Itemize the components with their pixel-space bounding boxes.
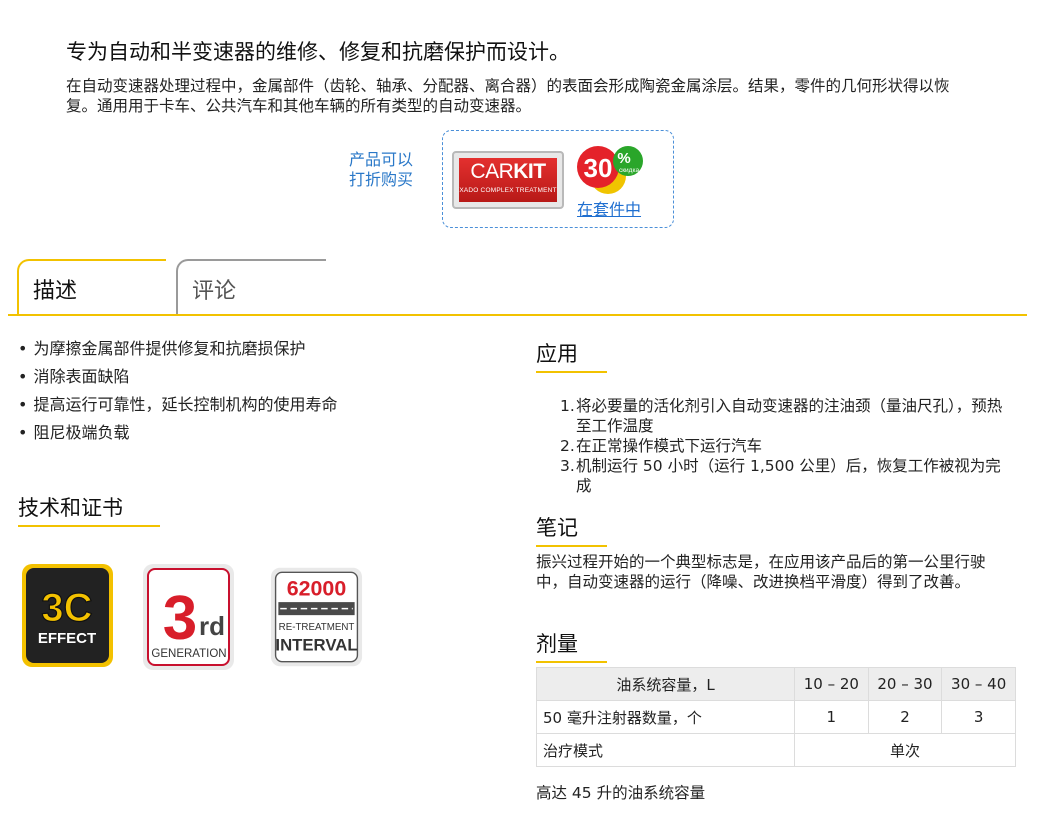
feature-list: 为摩擦金属部件提供修复和抗磨损保护 消除表面缺陷 提高运行可靠性，延长控制机构的… xyxy=(18,335,518,447)
usage-step-text: 将必要量的活化剂引入自动变速器的注油颈（量油尺孔），预热至工作温度 xyxy=(576,397,1003,435)
table-cell: 治疗模式 xyxy=(536,733,795,767)
table-header-cell: 30 – 40 xyxy=(941,667,1016,701)
3rd-generation-badge-label: GENERATION xyxy=(151,648,226,660)
usage-step-number: 3. xyxy=(560,457,575,475)
discount-number: 30 xyxy=(584,153,613,183)
table-cell: 3 xyxy=(941,700,1016,734)
dosage-footnote: 高达 45 升的油系统容量 xyxy=(536,784,706,802)
usage-step-text: 在正常操作模式下运行汽车 xyxy=(576,437,763,455)
table-cell: 50 毫升注射器数量，个 xyxy=(536,700,795,734)
notes-text: 振兴过程开始的一个典型标志是，在应用该产品后的第一公里行驶中，自动变速器的运行（… xyxy=(536,553,986,591)
dosage-heading: 剂量 xyxy=(536,628,607,666)
usage-step: 2. 在正常操作模式下运行汽车 xyxy=(560,436,1015,456)
kit-offer-label: 产品可以 打折购买 xyxy=(349,150,413,190)
carkit-logo-word: CARKIT xyxy=(470,160,546,183)
usage-steps: 1. 将必要量的活化剂引入自动变速器的注油颈（量油尺孔），预热至工作温度 2. 在正… xyxy=(560,396,1015,496)
carkit-logo[interactable]: CARKIT XADO COMPLEX TREATMENT xyxy=(452,151,564,209)
carkit-logo-plate: CARKIT XADO COMPLEX TREATMENT xyxy=(459,158,557,202)
tabs-divider xyxy=(8,314,1027,316)
tab-reviews[interactable]: 评论 xyxy=(176,259,326,314)
notes-heading: 笔记 xyxy=(536,512,607,550)
table-header-cell: 油系统容量，L xyxy=(536,667,795,701)
carkit-logo-subtitle: XADO COMPLEX TREATMENT xyxy=(459,187,557,194)
table-cell: 1 xyxy=(794,700,869,734)
3c-effect-badge-big: 3C xyxy=(41,586,92,630)
dosage-table: 油系统容量，L 10 – 20 20 – 30 30 – 40 50 毫升注射器… xyxy=(536,667,1016,767)
table-cell: 单次 xyxy=(794,733,1016,767)
usage-step-text: 机制运行 50 小时（运行 1,500 公里）后，恢复工作被视为完成 xyxy=(576,457,1001,495)
product-intro: 在自动变速器处理过程中，金属部件（齿轮、轴承、分配器、离合器）的表面会形成陶瓷金… xyxy=(66,77,950,115)
3rd-generation-badge-suffix: rd xyxy=(199,611,225,641)
feature-item: 为摩擦金属部件提供修复和抗磨损保护 xyxy=(18,335,518,363)
feature-item: 阻尼极端负载 xyxy=(18,419,518,447)
tab-reviews-label: 评论 xyxy=(192,279,237,304)
in-kit-link[interactable]: 在套件中 xyxy=(577,196,641,220)
kit-offer-label-line2: 打折购买 xyxy=(349,170,414,189)
table-row: 油系统容量，L 10 – 20 20 – 30 30 – 40 xyxy=(536,667,1016,701)
usage-step-number: 2. xyxy=(560,437,575,455)
kit-offer-label-line1: 产品可以 xyxy=(349,150,414,169)
62000-interval-badge-line2: INTERVAL xyxy=(275,635,357,654)
usage-step: 3. 机制运行 50 小时（运行 1,500 公里）后，恢复工作被视为完成 xyxy=(560,456,1015,496)
tab-description-label: 描述 xyxy=(33,279,78,304)
usage-step: 1. 将必要量的活化剂引入自动变速器的注油颈（量油尺孔），预热至工作温度 xyxy=(560,396,1015,436)
table-header-cell: 10 – 20 xyxy=(794,667,869,701)
table-header-cell: 20 – 30 xyxy=(867,667,943,701)
tab-description[interactable]: 描述 xyxy=(17,259,166,314)
usage-step-number: 1. xyxy=(560,397,575,415)
3c-effect-badge-small: EFFECT xyxy=(38,630,96,647)
discount-percent: % xyxy=(617,150,630,167)
table-row: 50 毫升注射器数量，个 1 2 3 xyxy=(536,700,1016,734)
discount-word: скидка xyxy=(619,167,640,174)
62000-interval-badge-line1: RE-TREATMENT xyxy=(279,622,355,633)
3rd-generation-badge-number: 3 xyxy=(163,584,197,653)
table-row: 治疗模式 单次 xyxy=(536,733,1016,767)
62000-interval-badge[interactable]: 62000 RE-TREATMENT INTERVAL xyxy=(270,563,363,671)
3c-effect-badge[interactable]: 3C EFFECT xyxy=(21,563,114,671)
usage-heading: 应用 xyxy=(536,338,607,376)
feature-item: 消除表面缺陷 xyxy=(18,363,518,391)
62000-interval-badge-number: 62000 xyxy=(287,577,347,601)
3rd-generation-badge[interactable]: 3 rd GENERATION xyxy=(142,563,235,671)
table-cell: 2 xyxy=(867,700,943,734)
feature-item: 提高运行可靠性，延长控制机构的使用寿命 xyxy=(18,391,518,419)
discount-badge[interactable]: 30 % скидка xyxy=(575,144,647,196)
product-headline: 专为自动和半变速器的维修、修复和抗磨保护而设计。 xyxy=(66,40,570,64)
tech-cert-heading: 技术和证书 xyxy=(18,492,160,530)
